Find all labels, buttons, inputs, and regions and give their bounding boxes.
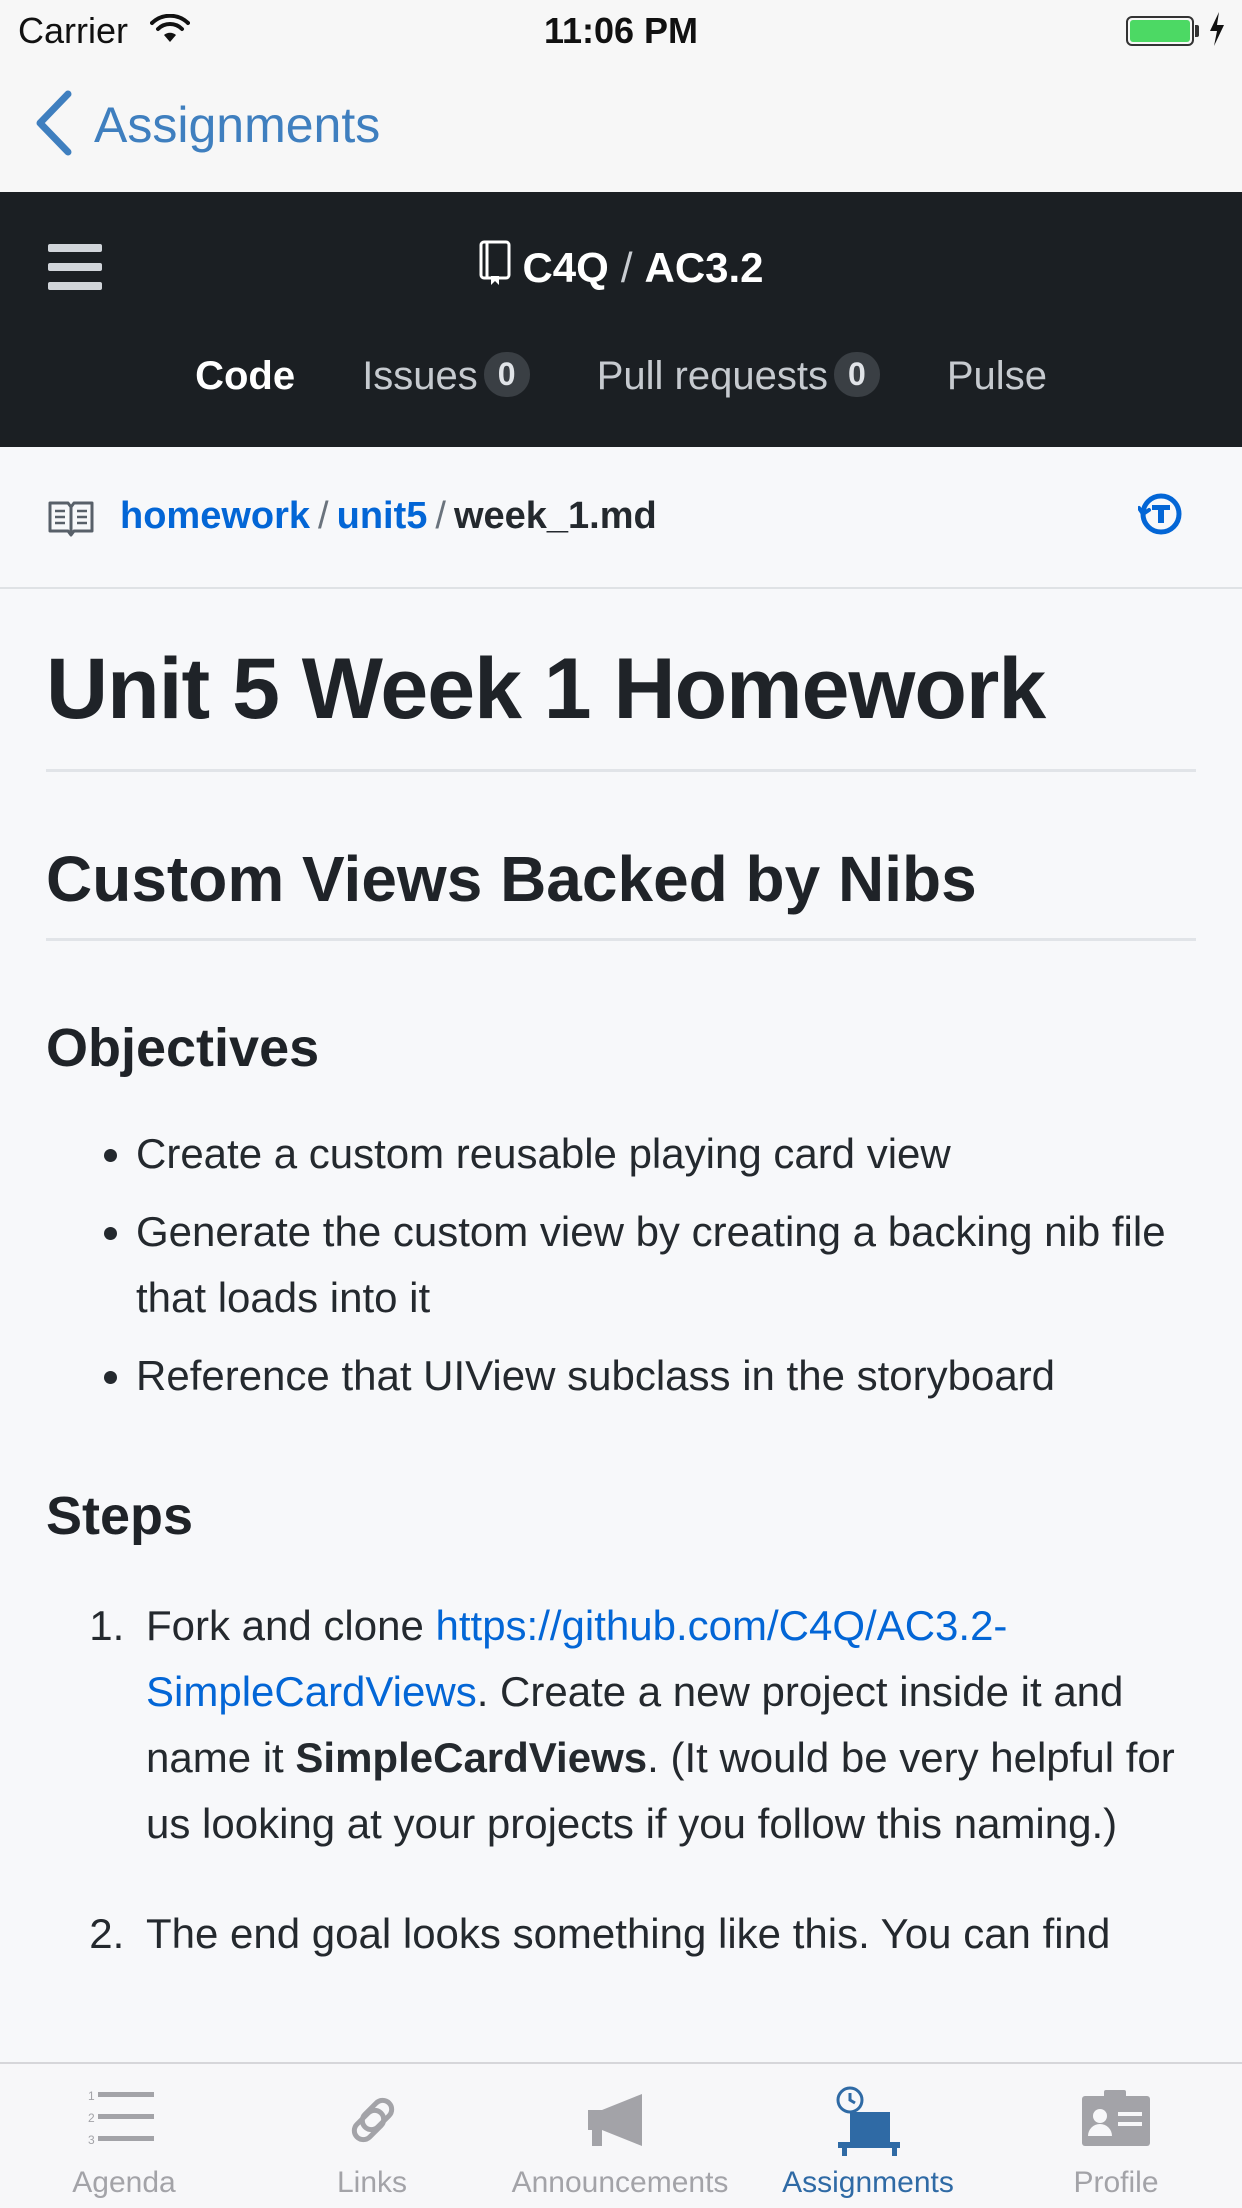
file-breadcrumb-bar: homework / unit5/week_1.md — [0, 447, 1242, 589]
repo-tabs: Code Issues 0 Pull requests 0 Pulse — [0, 352, 1242, 399]
tab-agenda[interactable]: 1 2 3 Agenda — [0, 2064, 248, 2208]
megaphone-icon — [588, 2094, 642, 2146]
breadcrumb-separator: / — [318, 495, 329, 537]
repo-title[interactable]: C4Q / AC3.2 — [0, 240, 1242, 292]
list-item: Fork and clone https://github.com/C4Q/AC… — [136, 1593, 1196, 1857]
clock: 11:06 PM — [543, 10, 699, 51]
repo-book-icon — [479, 240, 511, 285]
list-icon: 1 2 3 — [88, 2089, 154, 2147]
back-button[interactable]: Assignments — [94, 96, 380, 154]
breadcrumb-homework[interactable]: homework — [120, 495, 310, 537]
repo-separator: / — [620, 244, 633, 291]
section-heading: Custom Views Backed by Nibs — [46, 842, 1196, 941]
breadcrumb-current-file: week_1.md — [453, 495, 657, 537]
svg-text:1: 1 — [88, 2089, 95, 2103]
project-name: SimpleCardViews — [295, 1734, 648, 1781]
book-open-icon — [48, 501, 94, 537]
tab-profile[interactable]: Profile — [992, 2064, 1240, 2208]
link-icon — [351, 2097, 395, 2143]
repo-owner[interactable]: C4Q — [522, 244, 608, 291]
charging-bolt-icon — [1210, 12, 1224, 46]
tab-announcements[interactable]: Announcements — [496, 2064, 744, 2208]
document-title: Unit 5 Week 1 Homework — [46, 640, 1196, 772]
id-card-icon — [1082, 2090, 1150, 2146]
breadcrumb-unit5[interactable]: unit5 — [337, 495, 428, 537]
desk-clock-icon — [836, 2086, 900, 2156]
tab-code[interactable]: Code — [195, 354, 295, 399]
tab-pulse[interactable]: Pulse — [947, 354, 1047, 399]
steps-list: Fork and clone https://github.com/C4Q/AC… — [46, 1593, 1196, 1967]
navigation-bar: Assignments — [0, 60, 1242, 192]
status-bar: Carrier 11:06 PM — [0, 0, 1242, 60]
history-icon[interactable] — [1138, 491, 1184, 537]
back-chevron-icon[interactable] — [34, 90, 74, 156]
tab-issues[interactable]: Issues 0 — [362, 352, 530, 399]
repo-name[interactable]: AC3.2 — [644, 244, 763, 291]
svg-text:3: 3 — [88, 2133, 95, 2147]
breadcrumb-separator: / — [435, 495, 446, 537]
readme-content: Unit 5 Week 1 Homework Custom Views Back… — [46, 600, 1196, 2011]
breadcrumb: homework / unit5/week_1.md — [120, 495, 657, 538]
list-item: Create a custom reusable playing card vi… — [136, 1121, 1196, 1187]
objectives-list: Create a custom reusable playing card vi… — [46, 1121, 1196, 1409]
steps-heading: Steps — [46, 1486, 194, 1546]
battery-icon — [1126, 16, 1194, 46]
list-item: Generate the custom view by creating a b… — [136, 1199, 1196, 1331]
objectives-heading: Objectives — [46, 1018, 320, 1078]
tab-assignments[interactable]: Assignments — [744, 2064, 992, 2208]
svg-text:2: 2 — [88, 2111, 95, 2125]
tab-bar: 1 2 3 Agenda Links Announcements Assignm… — [0, 2062, 1242, 2208]
list-item: The end goal looks something like this. … — [136, 1901, 1196, 1967]
issues-count-badge: 0 — [483, 352, 530, 397]
list-item: Reference that UIView subclass in the st… — [136, 1343, 1196, 1409]
tab-links[interactable]: Links — [248, 2064, 496, 2208]
pull-requests-count-badge: 0 — [833, 352, 880, 397]
tab-pull-requests[interactable]: Pull requests 0 — [597, 352, 880, 399]
repo-header: C4Q / AC3.2 Code Issues 0 Pull requests 0 Pu… — [0, 192, 1242, 447]
